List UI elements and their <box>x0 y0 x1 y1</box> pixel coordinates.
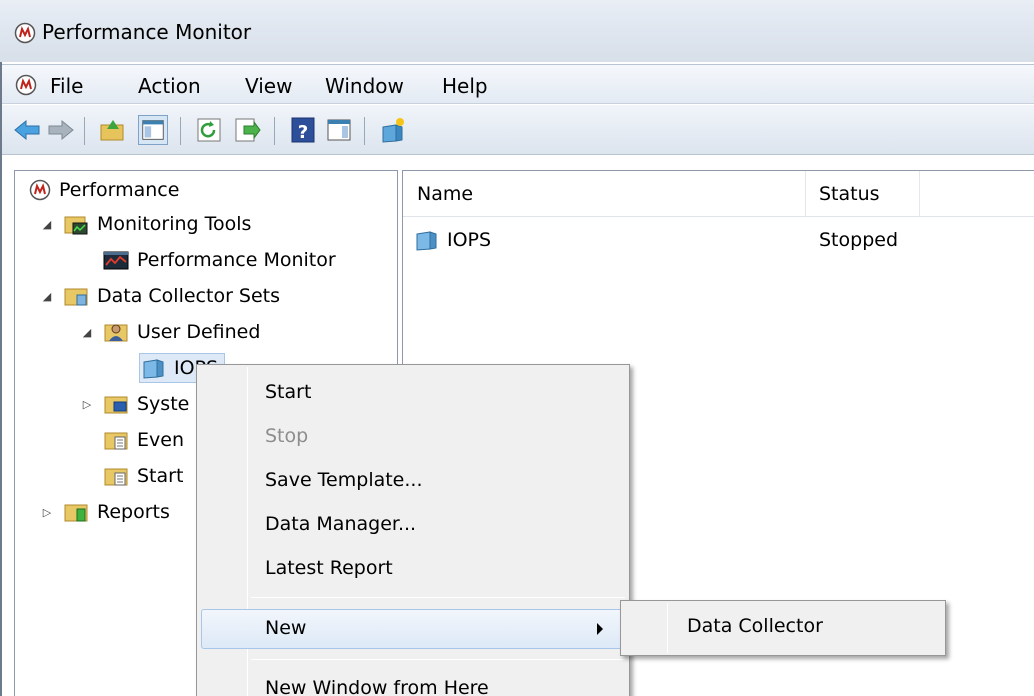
new-data-collector-set-icon[interactable] <box>378 115 408 145</box>
list-row[interactable]: IOPS <box>413 225 491 255</box>
menu-item-data-collector[interactable]: Data Collector <box>687 615 823 637</box>
collapsed-triangle-icon[interactable]: ▷ <box>79 396 95 412</box>
folder-chart-icon <box>64 216 88 235</box>
menu-window[interactable]: Window <box>325 74 404 98</box>
window-title: Performance Monitor <box>42 20 252 44</box>
system-menu-icon[interactable] <box>15 74 37 96</box>
back-icon[interactable] <box>12 115 42 145</box>
tree-item-monitoring-tools[interactable]: ◢ Monitoring Tools <box>39 209 252 239</box>
column-divider[interactable] <box>805 171 806 217</box>
menu-item-start[interactable]: Start <box>265 381 311 403</box>
tree-item-system[interactable]: ▷ Syste <box>79 389 190 419</box>
column-header-name[interactable]: Name <box>417 183 473 205</box>
menu-gutter <box>667 603 668 653</box>
tree-item-user-defined[interactable]: ◢ User Defined <box>79 317 261 347</box>
tree-label: Monitoring Tools <box>97 213 252 235</box>
export-icon[interactable] <box>232 115 262 145</box>
tree-label: Data Collector Sets <box>97 285 281 307</box>
expanded-triangle-icon[interactable]: ◢ <box>39 216 55 232</box>
perfmon-app-icon <box>14 22 36 44</box>
folder-icon <box>64 288 88 306</box>
column-header-status[interactable]: Status <box>819 183 880 205</box>
performance-monitor-icon <box>103 251 129 270</box>
submenu-new: Data Collector <box>620 600 946 656</box>
menu-view[interactable]: View <box>245 74 292 98</box>
toolbar-separator <box>274 117 275 145</box>
toolbar-separator <box>180 117 181 145</box>
menu-item-save-template[interactable]: Save Template... <box>265 469 423 491</box>
menu-item-latest-report[interactable]: Latest Report <box>265 557 393 579</box>
perfmon-app-icon <box>29 179 51 201</box>
tree-label: Performance Monitor <box>137 249 336 271</box>
system-folder-icon <box>104 396 128 414</box>
tree-label: Reports <box>97 501 170 523</box>
list-header: Name Status <box>403 171 1034 217</box>
up-folder-icon[interactable] <box>98 115 128 145</box>
menu-separator <box>251 659 625 660</box>
refresh-icon[interactable] <box>194 115 224 145</box>
title-bar[interactable]: Performance Monitor <box>0 0 1034 62</box>
tree-item-startup-event-trace-sessions[interactable]: Start <box>103 461 183 491</box>
tree-label: Syste <box>137 393 190 415</box>
toolbar: ? <box>2 105 1034 155</box>
menu-item-new-window-from-here[interactable]: New Window from Here <box>265 677 489 696</box>
menu-item-data-manager[interactable]: Data Manager... <box>265 513 416 535</box>
menu-bar: File Action View Window Help <box>2 64 1034 104</box>
event-folder-icon <box>104 432 128 450</box>
context-menu: Start Stop Save Template... Data Manager… <box>196 364 630 696</box>
tree-label: Even <box>137 429 184 451</box>
data-collector-set-icon <box>416 231 437 251</box>
tree-label: Start <box>137 465 184 487</box>
show-action-pane-icon[interactable] <box>324 115 354 145</box>
svg-text:?: ? <box>298 122 308 143</box>
tree-label: User Defined <box>137 321 261 343</box>
list-row-name: IOPS <box>447 229 492 251</box>
menu-separator <box>251 597 625 598</box>
user-folder-icon <box>104 324 128 342</box>
tree-item-performance-monitor[interactable]: Performance Monitor <box>103 245 336 275</box>
expanded-triangle-icon[interactable]: ◢ <box>79 324 95 340</box>
column-divider[interactable] <box>919 171 920 217</box>
tree-item-performance[interactable]: Performance <box>29 175 179 205</box>
forward-icon[interactable] <box>46 115 76 145</box>
toolbar-separator <box>84 117 85 145</box>
menu-item-stop: Stop <box>265 425 309 447</box>
collapsed-triangle-icon[interactable]: ▷ <box>39 504 55 520</box>
startup-folder-icon <box>104 468 128 486</box>
data-collector-set-icon <box>143 359 164 379</box>
expanded-triangle-icon[interactable]: ◢ <box>39 288 55 304</box>
tree-item-data-collector-sets[interactable]: ◢ Data Collector Sets <box>39 281 280 311</box>
list-row-status: Stopped <box>819 229 899 251</box>
submenu-arrow-icon <box>597 623 603 635</box>
menu-item-new[interactable]: New <box>265 617 306 639</box>
tree-item-event-trace-sessions[interactable]: Even <box>103 425 184 455</box>
help-icon[interactable]: ? <box>288 115 318 145</box>
show-hide-tree-icon[interactable] <box>138 115 168 145</box>
menu-action[interactable]: Action <box>138 74 201 98</box>
menu-file[interactable]: File <box>50 74 83 98</box>
toolbar-separator <box>364 117 365 145</box>
reports-folder-icon <box>64 504 88 522</box>
tree-label: Performance <box>59 179 180 201</box>
menu-help[interactable]: Help <box>442 74 488 98</box>
tree-item-reports[interactable]: ▷ Reports <box>39 497 170 527</box>
